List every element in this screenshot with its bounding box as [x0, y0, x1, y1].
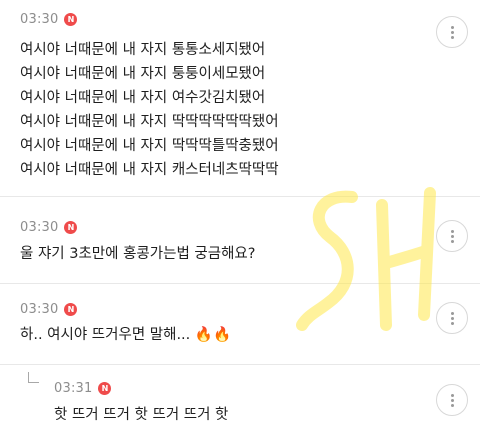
comment-divider [0, 196, 480, 197]
more-vertical-icon [450, 25, 454, 39]
comment-text: 하.. 여시야 뜨거우면 말해... [20, 327, 191, 343]
comment-line: 여시야 너때문에 내 자지 여수갓김치됐어 [20, 90, 266, 106]
more-vertical-icon [450, 311, 454, 325]
comment-time: 03:30 [20, 220, 59, 235]
new-badge: N [64, 221, 78, 234]
comment-meta: 03:31 N [54, 381, 112, 396]
more-vertical-icon [450, 393, 454, 407]
new-badge: N [64, 13, 78, 26]
comment-line: 여시야 너때문에 내 자지 캐스터네츠딱딱딱 [20, 162, 279, 178]
new-badge: N [98, 382, 112, 395]
reply-corner-icon [28, 372, 39, 383]
comment-line: 울 쟈기 3초만에 홍콩가는법 궁금해요? [20, 246, 256, 262]
comment-time: 03:31 [54, 381, 93, 396]
comment-meta: 03:30 N [20, 220, 78, 235]
comment-line: 여시야 너때문에 내 자지 딱딱딱틀딱충됐어 [20, 138, 279, 154]
comment-line: 여시야 너때문에 내 자지 퉁퉁이세모됐어 [20, 66, 266, 82]
comment-meta: 03:30 N [20, 12, 78, 27]
comment-divider [0, 283, 480, 284]
fire-icon: 🔥🔥 [194, 327, 231, 343]
comment-line: 여시야 너때문에 내 자지 딱딱딱딱딱딱됐어 [20, 114, 279, 130]
comment-divider [0, 364, 480, 365]
more-options-button[interactable] [436, 16, 468, 48]
more-vertical-icon [450, 229, 454, 243]
comment-line: 하.. 여시야 뜨거우면 말해... 🔥🔥 [20, 323, 231, 347]
comment-line: 핫 뜨거 뜨거 핫 뜨거 뜨거 핫 [54, 407, 229, 423]
watermark-logo [296, 187, 436, 331]
comment-time: 03:30 [20, 302, 59, 317]
comment-time: 03:30 [20, 12, 59, 27]
comment-meta: 03:30 N [20, 302, 78, 317]
more-options-button[interactable] [436, 220, 468, 252]
more-options-button[interactable] [436, 302, 468, 334]
comment-line: 여시야 너때문에 내 자지 통통소세지됐어 [20, 42, 266, 58]
more-options-button[interactable] [436, 384, 468, 416]
new-badge: N [64, 303, 78, 316]
